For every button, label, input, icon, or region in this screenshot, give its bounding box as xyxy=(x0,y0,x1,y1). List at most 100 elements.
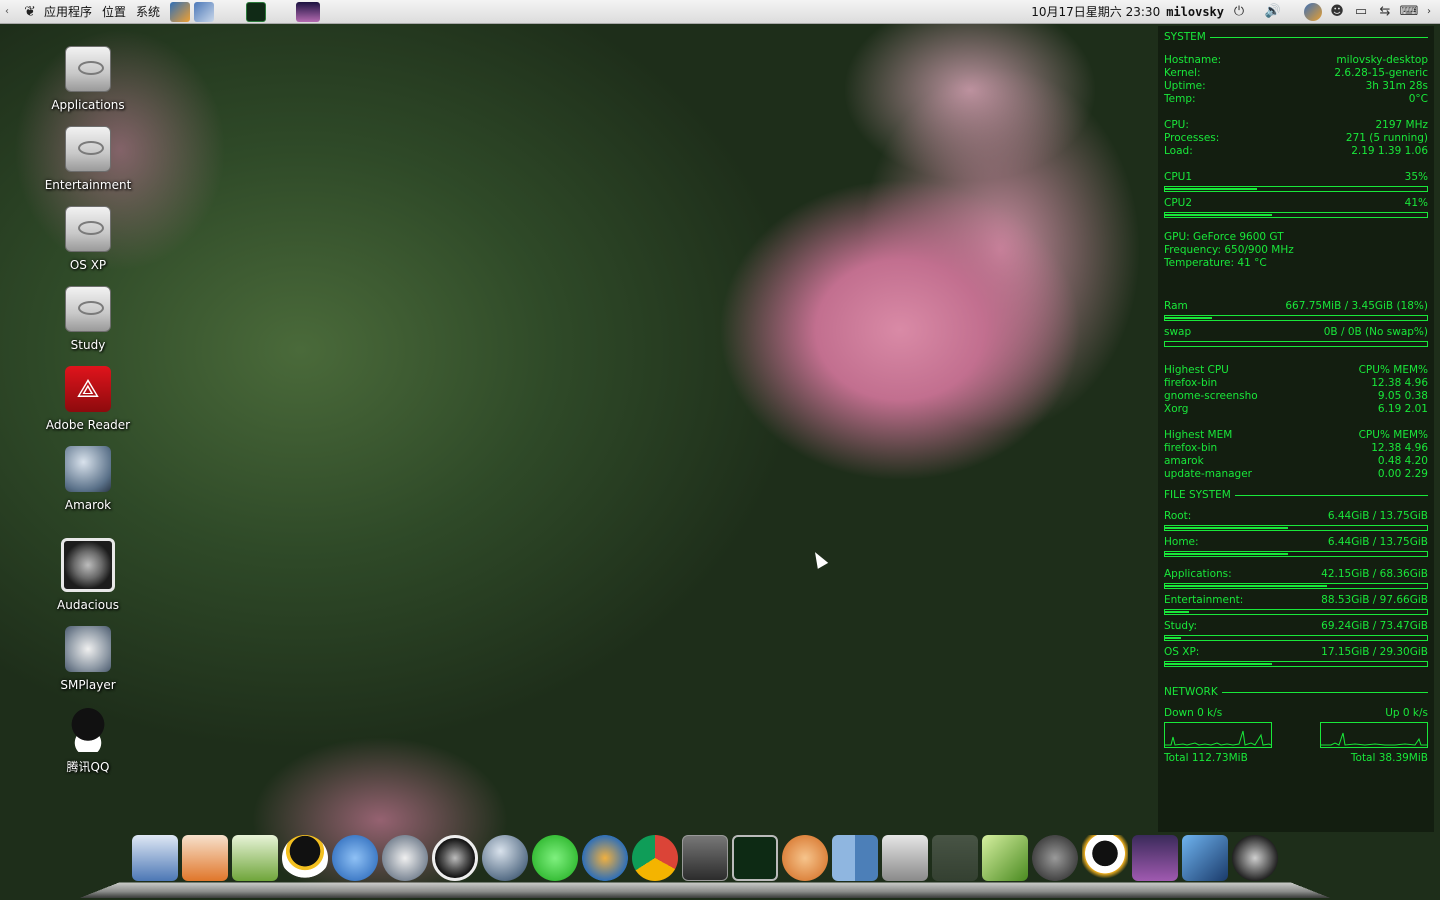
row-kernel: Kernel: 2.6.28-15-generic xyxy=(1164,67,1428,79)
power-icon[interactable]: ⏻ xyxy=(1230,3,1248,21)
keyboard-icon[interactable]: ⌨ xyxy=(1400,3,1419,21)
row-network-speed: Down 0 k/s Up 0 k/s xyxy=(1164,707,1428,719)
system-monitor-icon[interactable] xyxy=(732,835,778,881)
calc-icon[interactable] xyxy=(232,835,278,881)
thunderbird-launcher-icon[interactable] xyxy=(170,1,191,22)
system-monitor-launcher-icon[interactable] xyxy=(246,1,267,22)
fs-bar xyxy=(1164,635,1428,641)
row-gpu-temperature: Temperature: 41 °C xyxy=(1164,257,1267,269)
desktop-icon-applications[interactable]: Applications xyxy=(20,46,156,112)
amarok-icon[interactable] xyxy=(482,835,528,881)
desktop-icon-entertainment[interactable]: Entertainment xyxy=(20,126,156,192)
process-row: update-manager 0.00 2.29 xyxy=(1164,468,1428,480)
row-cpu: CPU: 2197 MHz xyxy=(1164,119,1428,131)
section-header-network: NETWORK xyxy=(1164,684,1428,700)
desktop-icon-label: Applications xyxy=(51,98,125,112)
mail-launcher-icon[interactable] xyxy=(194,1,215,22)
conky-monitor: SYSTEM Hostname: milovsky-desktop Kernel:… xyxy=(1158,26,1434,832)
photo-icon[interactable] xyxy=(1132,835,1178,881)
menu-places[interactable]: 位置 xyxy=(100,0,134,24)
fs-row-study: Study: 69.24GiB / 73.47GiB xyxy=(1164,620,1428,632)
fs-row-home: Home: 6.44GiB / 13.75GiB xyxy=(1164,536,1428,548)
tux-icon[interactable] xyxy=(1082,835,1128,881)
desktop-icon-label: 腾讯QQ xyxy=(66,760,110,774)
row-cpu2: CPU2 41% xyxy=(1164,197,1428,209)
drive-icon xyxy=(65,46,111,92)
download-icon[interactable] xyxy=(532,835,578,881)
volume-icon[interactable]: 🔊 xyxy=(1264,3,1282,21)
writer-icon[interactable] xyxy=(132,835,178,881)
row-processes: Processes: 271 (5 running) xyxy=(1164,132,1428,144)
network-tray-icon[interactable] xyxy=(1304,2,1322,21)
row-gpu-frequency: Frequency: 650/900 MHz xyxy=(1164,244,1294,256)
network-graphs xyxy=(1164,722,1428,748)
upload-graph xyxy=(1320,722,1428,748)
desktop-icon-smplayer[interactable]: SMPlayer xyxy=(20,626,156,692)
process-row: gnome-screensho 9.05 0.38 xyxy=(1164,390,1428,402)
audacious-icon[interactable] xyxy=(432,835,478,881)
screenshot-icon[interactable] xyxy=(882,835,928,881)
desktop-icon-label: Study xyxy=(70,338,106,352)
power-icon[interactable] xyxy=(1232,835,1278,881)
battery-icon[interactable]: ▭ xyxy=(1352,3,1370,21)
fs-bar xyxy=(1164,551,1428,557)
fs-bar xyxy=(1164,525,1428,531)
chrome-icon[interactable] xyxy=(632,835,678,881)
drive-icon xyxy=(65,286,111,332)
fs-row-entertainment: Entertainment: 88.53GiB / 97.66GiB xyxy=(1164,594,1428,606)
wallpaper-icon[interactable] xyxy=(982,835,1028,881)
audacious-icon xyxy=(61,538,115,592)
gnome-foot-icon[interactable]: ❦ xyxy=(22,4,38,20)
dock xyxy=(132,835,1278,883)
update-icon[interactable] xyxy=(782,835,828,881)
clock[interactable]: 10月17日星期六 23:30 xyxy=(1031,3,1160,20)
menu-applications[interactable]: 应用程序 xyxy=(42,0,100,24)
smplayer-icon[interactable] xyxy=(382,835,428,881)
finder-icon[interactable] xyxy=(832,835,878,881)
desktop-icon-qq[interactable]: 腾讯QQ xyxy=(20,706,156,775)
panel-arrow-left-icon[interactable]: ‹ xyxy=(0,6,14,17)
terminal-icon[interactable] xyxy=(682,835,728,881)
panel-arrow-right-icon[interactable]: › xyxy=(1424,3,1434,21)
process-row: firefox-bin 12.38 4.96 xyxy=(1164,377,1428,389)
media-player-icon[interactable] xyxy=(332,835,378,881)
cpu2-bar xyxy=(1164,212,1428,218)
desktop-icon-os-xp[interactable]: OS XP xyxy=(20,206,156,272)
drive-icon xyxy=(65,206,111,252)
desktop-icon-amarok[interactable]: Amarok xyxy=(20,446,156,512)
desktop-icon-audacious[interactable]: Audacious xyxy=(20,538,156,612)
user-name[interactable]: milovsky xyxy=(1166,5,1224,19)
wallpaper-launcher-icon[interactable] xyxy=(296,1,321,22)
thunderbird-icon[interactable] xyxy=(582,835,628,881)
download-graph xyxy=(1164,722,1272,748)
row-cpu1: CPU1 35% xyxy=(1164,171,1428,183)
gimp-icon[interactable] xyxy=(1032,835,1078,881)
network-arrows-icon[interactable]: ⇆ xyxy=(1376,3,1394,21)
desktop-icon-label: Audacious xyxy=(57,598,119,612)
row-load: Load: 2.19 1.39 1.06 xyxy=(1164,145,1428,157)
impress-icon[interactable] xyxy=(182,835,228,881)
desktop-icon-label: Adobe Reader xyxy=(45,418,131,432)
qq-icon[interactable] xyxy=(282,835,328,881)
qq-tray-icon[interactable]: ☻ xyxy=(1328,3,1346,21)
row-uptime: Uptime: 3h 31m 28s xyxy=(1164,80,1428,92)
usa-icon[interactable] xyxy=(932,835,978,881)
process-row: Xorg 6.19 2.01 xyxy=(1164,403,1428,415)
row-gpu: GPU: GeForce 9600 GT xyxy=(1164,231,1284,243)
fs-bar xyxy=(1164,609,1428,615)
fs-bar xyxy=(1164,661,1428,667)
drive-icon xyxy=(65,126,111,172)
desktop-icon-label: Amarok xyxy=(64,498,112,512)
menu-system[interactable]: 系统 xyxy=(134,0,168,24)
desktop-icon-adobe-reader[interactable]: ⟁ Adobe Reader xyxy=(20,366,156,432)
desktop-icon-label: OS XP xyxy=(69,258,107,272)
desktop-icon-study[interactable]: Study xyxy=(20,286,156,352)
row-network-totals: Total 112.73MiB Total 38.39MiB xyxy=(1164,752,1428,764)
top-panel: ‹ ❦ 应用程序 位置 系统 10月17日星期六 23:30 milovsky … xyxy=(0,0,1440,24)
pointer-icon[interactable] xyxy=(1182,835,1228,881)
dock-shelf xyxy=(79,882,1331,898)
row-hostname: Hostname: milovsky-desktop xyxy=(1164,54,1428,66)
mouse-cursor xyxy=(809,549,829,569)
row-ram: Ram 667.75MiB / 3.45GiB (18%) xyxy=(1164,300,1428,312)
swap-bar xyxy=(1164,341,1428,347)
